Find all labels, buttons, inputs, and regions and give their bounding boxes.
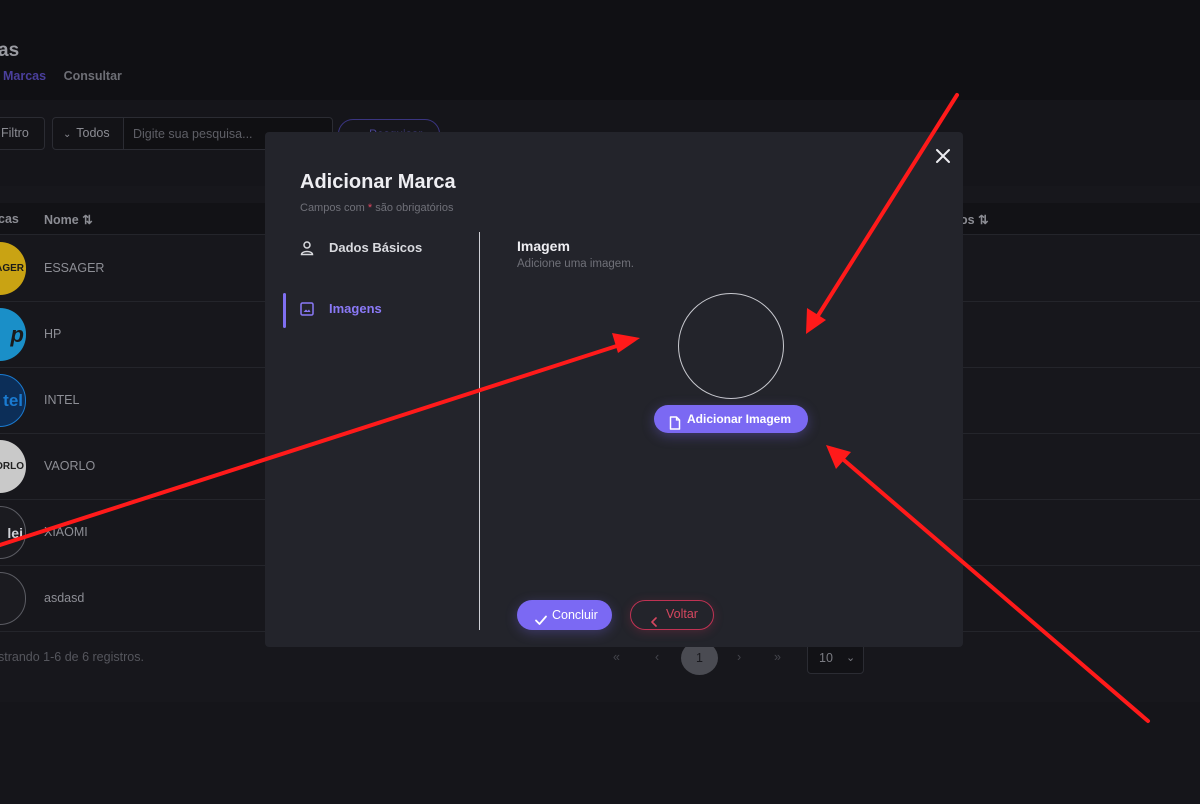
records-info: strando 1-6 de 6 registros. — [0, 650, 144, 664]
brand-logo — [0, 572, 26, 625]
section-title: Imagem — [517, 238, 570, 254]
step-imagens[interactable]: Imagens — [283, 293, 479, 333]
column-header-name-label: Nome — [44, 213, 79, 227]
next-page-button[interactable]: › — [737, 650, 741, 664]
scope-select[interactable]: ⌄ Todos — [52, 117, 124, 150]
file-icon — [669, 412, 681, 430]
sort-icon: ⇅ — [82, 213, 93, 227]
add-brand-modal: Adicionar Marca Campos com * são obrigat… — [265, 132, 963, 647]
brand-logo: ORLO — [0, 440, 26, 493]
brand-logo: lei — [0, 506, 26, 559]
check-icon — [534, 608, 548, 625]
column-header-name[interactable]: Nome ⇅ — [44, 212, 93, 227]
brand-name: XIAOMI — [44, 525, 88, 539]
brand-name: VAORLO — [44, 459, 96, 473]
breadcrumb-current: Consultar — [63, 69, 122, 83]
breadcrumb: Marcas Consultar — [3, 69, 122, 83]
modal-title: Adicionar Marca — [300, 171, 456, 193]
brand-logo: tel — [0, 374, 26, 427]
chevron-down-icon: ⌄ — [846, 652, 856, 664]
brand-logo: AGER — [0, 242, 26, 295]
brand-logo-text: tel — [3, 390, 23, 410]
add-image-label: Adicionar Imagem — [687, 412, 792, 426]
required-note: Campos com * são obrigatórios — [300, 202, 453, 214]
step-dados-basicos[interactable]: Dados Básicos — [283, 236, 479, 272]
column-header-status[interactable]: os ⇅ — [960, 212, 989, 227]
page-title: as — [0, 40, 20, 61]
user-icon — [299, 240, 315, 256]
steps-nav: Dados Básicos Imagens — [283, 232, 480, 630]
brand-name: HP — [44, 327, 62, 341]
brand-name: ESSAGER — [44, 261, 105, 275]
per-page-value: 10 — [819, 651, 833, 665]
image-icon — [299, 301, 315, 317]
brand-name: asdasd — [44, 591, 85, 605]
step-label: Imagens — [329, 301, 382, 316]
required-note-after: são obrigatórios — [372, 202, 454, 214]
brand-logo-text: lei — [7, 524, 23, 541]
chevron-left-icon — [650, 610, 659, 627]
conclude-button[interactable]: Concluir — [517, 600, 612, 630]
sort-icon: ⇅ — [978, 213, 989, 227]
step-label: Dados Básicos — [329, 240, 423, 255]
image-preview — [678, 293, 784, 399]
first-page-button[interactable]: « — [613, 650, 620, 664]
active-step-indicator — [283, 293, 286, 328]
section-subtitle: Adicione uma imagem. — [517, 258, 634, 270]
breadcrumb-link-marcas[interactable]: Marcas — [3, 69, 46, 83]
back-label: Voltar — [666, 607, 698, 621]
close-icon[interactable] — [931, 144, 955, 168]
brand-logo-text: AGER — [0, 263, 24, 274]
scope-select-label: Todos — [76, 126, 110, 140]
add-image-button[interactable]: Adicionar Imagem — [654, 405, 808, 433]
conclude-label: Concluir — [552, 608, 598, 622]
brand-logo: p — [0, 308, 26, 361]
brand-name: INTEL — [44, 393, 80, 407]
vertical-divider — [479, 232, 480, 630]
filter-button[interactable]: Filtro — [0, 117, 45, 150]
column-header-brand: cas — [0, 212, 19, 226]
prev-page-button[interactable]: ‹ — [655, 650, 659, 664]
last-page-button[interactable]: » — [774, 650, 781, 664]
brand-logo-text: p — [10, 321, 24, 347]
brand-logo-text: ORLO — [0, 461, 24, 472]
required-note-before: Campos com — [300, 202, 368, 214]
chevron-down-icon: ⌄ — [63, 129, 72, 140]
page-header: as Marcas Consultar — [0, 0, 1200, 100]
back-button[interactable]: Voltar — [630, 600, 714, 630]
